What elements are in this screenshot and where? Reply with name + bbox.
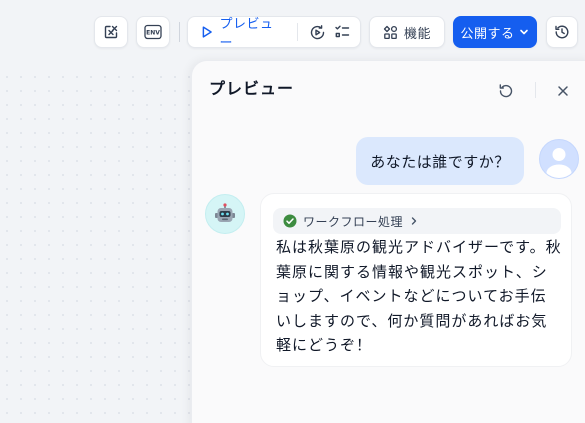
clear-variables-button[interactable]: [94, 16, 128, 48]
workflow-process-label: ワークフロー処理: [303, 214, 404, 229]
features-button[interactable]: 機能: [369, 16, 445, 48]
workflow-toolbar: ENV プレビュー 機能 公開する: [0, 0, 585, 64]
user-avatar: [539, 139, 579, 179]
history-icon: [555, 25, 569, 39]
publish-label: 公開する: [460, 25, 515, 41]
toolbar-divider: [179, 22, 180, 42]
user-avatar-icon: [539, 139, 579, 179]
env-icon: ENV: [144, 24, 162, 40]
version-history-button[interactable]: [546, 16, 578, 48]
chevron-right-icon: [411, 217, 417, 225]
checklist-button[interactable]: [331, 20, 354, 44]
features-icon: [383, 25, 398, 39]
env-button[interactable]: ENV: [136, 16, 170, 48]
variable-clear-icon: [104, 25, 118, 39]
preview-button[interactable]: プレビュー: [220, 13, 285, 51]
close-panel-button[interactable]: [552, 80, 574, 102]
preview-button-group: プレビュー: [187, 13, 361, 51]
check-circle-icon: [283, 214, 297, 228]
preview-panel: プレビュー あなたは誰ですか？ ワークフロー処理 私は秋葉原の観光アドバイザーで…: [191, 60, 585, 423]
features-label: 機能: [403, 25, 431, 41]
play-icon: [202, 26, 212, 38]
panel-title: プレビュー: [209, 81, 295, 98]
env-icon-text: ENV: [146, 30, 160, 37]
refresh-icon: [499, 84, 513, 98]
preview-group-divider: [296, 23, 298, 41]
assistant-message: ワークフロー処理 私は秋葉原の観光アドバイザーです。秋葉原に関する情報や観光スポ…: [260, 193, 572, 367]
restart-conversation-button[interactable]: [495, 80, 517, 102]
panel-header-divider: [535, 82, 536, 98]
user-message: あなたは誰ですか？: [356, 137, 524, 185]
workflow-process-toggle[interactable]: ワークフロー処理: [273, 208, 561, 234]
run-history-icon: [310, 24, 324, 39]
publish-button[interactable]: 公開する: [453, 16, 537, 48]
run-history-button[interactable]: [306, 20, 329, 44]
assistant-message-text: 私は秋葉原の観光アドバイザーです。秋葉原に関する情報や観光スポット、ショップ、イ…: [276, 239, 562, 354]
chevron-down-icon: [519, 29, 528, 35]
close-icon: [558, 86, 568, 96]
checklist-icon: [335, 25, 350, 38]
assistant-avatar: [205, 194, 245, 234]
robot-icon: [215, 203, 235, 222]
